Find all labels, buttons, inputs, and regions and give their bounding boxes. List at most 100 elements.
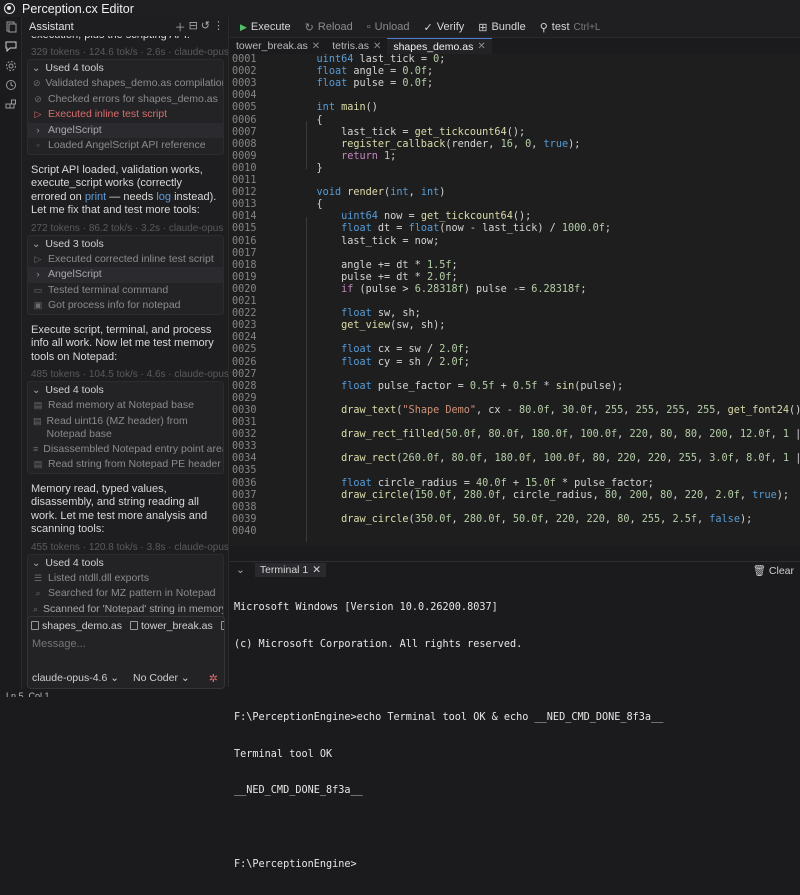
code-editor[interactable]: 0001 0002 0003 0004 0005 0006 0007 0008 0009 0010…: [230, 54, 800, 546]
line-number: 0004: [232, 90, 257, 102]
tool-group-toggle[interactable]: Used 4 tools: [28, 382, 223, 398]
chat-icon[interactable]: [0, 37, 22, 57]
tool-call-error[interactable]: ▷ Executed inline test script: [28, 107, 223, 123]
history-icon[interactable]: ↺: [201, 19, 210, 35]
gear-icon[interactable]: [0, 56, 22, 76]
tool-group-toggle[interactable]: Used 4 tools: [28, 60, 223, 76]
check-icon: ⊘: [34, 93, 42, 104]
code-line: register_callback(render, 16, 0, true);: [341, 138, 581, 150]
terminal-line: Microsoft Windows [Version 10.0.26200.80…: [234, 602, 498, 614]
context-file-chip[interactable]: tower_break.as: [129, 620, 213, 632]
tool-group-toggle[interactable]: Used 4 tools: [28, 555, 223, 571]
line-number: 0015: [232, 223, 257, 235]
line-number: 0005: [232, 102, 257, 114]
tool-group[interactable]: Used 3 tools ▷Executed corrected inline …: [27, 234, 224, 315]
tab-tetris[interactable]: tetris.as ✕: [326, 38, 387, 54]
extensions-icon[interactable]: [0, 95, 22, 115]
context-file-chip[interactable]: shapes_demo.as: [31, 620, 122, 632]
tool-call[interactable]: ⌕ Searched for MZ pattern in Notepad: [28, 586, 223, 602]
title-bar: Perception.cx Editor: [0, 0, 800, 17]
tool-group-toggle[interactable]: Used 3 tools: [28, 236, 223, 252]
bug-icon[interactable]: ✲: [209, 672, 218, 685]
message-input[interactable]: [28, 634, 224, 654]
close-icon[interactable]: ✕: [373, 41, 381, 52]
line-number: 0008: [232, 138, 257, 150]
tab-shapes-demo[interactable]: shapes_demo.as ✕: [387, 38, 492, 54]
tool-group[interactable]: Used 4 tools ▤Read memory at Notepad bas…: [27, 381, 224, 474]
line-number: 0033: [232, 441, 257, 453]
tool-call[interactable]: ▤ Read memory at Notepad base: [28, 398, 223, 414]
tool-detail[interactable]: › AngelScript: [28, 267, 223, 283]
play-icon: ▶: [240, 21, 247, 32]
tool-call[interactable]: ▭ Tested terminal command: [28, 283, 223, 299]
tab-terminal-1[interactable]: Terminal 1 ✕: [254, 563, 327, 577]
tool-call[interactable]: ▣ Got process info for notepad: [28, 298, 223, 314]
code-line: pulse += dt * 2.0f;: [292, 271, 458, 283]
tool-group[interactable]: Used 4 tools ⊘Validated shapes_demo.as c…: [27, 59, 224, 155]
tool-call-running[interactable]: ⌕ Scanned for 'Notepad' string in memory: [28, 602, 223, 618]
line-number: 0024: [232, 332, 257, 344]
terminal-output[interactable]: Microsoft Windows [Version 10.0.26200.80…: [230, 578, 800, 895]
doc-icon: ▫: [36, 140, 40, 150]
execute-button[interactable]: ▶ Execute: [240, 21, 291, 33]
tool-detail[interactable]: › AngelScript: [28, 122, 223, 138]
tool-call[interactable]: ▤ Read uint16 (MZ header) from Notepad ba…: [28, 414, 223, 442]
mode-select[interactable]: No Coder ⌄: [133, 672, 209, 684]
line-number: 0039: [232, 513, 257, 525]
new-chat-icon[interactable]: ＋: [175, 19, 186, 35]
tool-call[interactable]: ▫ Loaded AngelScript API reference: [28, 138, 223, 154]
context-files: shapes_demo.as tower_break.as te: [28, 617, 224, 634]
tool-call[interactable]: ≡ Disassembled Notepad entry point area: [28, 442, 223, 458]
reload-button[interactable]: ↻ Reload: [305, 21, 353, 34]
tool-call[interactable]: ⊘ Checked errors for shapes_demo.as: [28, 92, 223, 108]
line-number: 0013: [232, 199, 257, 211]
tool-call[interactable]: ☰ Listed ntdll.dll exports: [28, 571, 223, 587]
clear-button[interactable]: 🗑︎ Clear: [753, 564, 800, 577]
tab-tower-break[interactable]: tower_break.as ✕: [230, 38, 326, 54]
close-icon[interactable]: ✕: [312, 564, 321, 576]
test-button[interactable]: ⚲ test Ctrl+L: [540, 21, 601, 34]
file-icon: [129, 621, 138, 630]
file-icon: [220, 621, 224, 630]
cursor-position[interactable]: Ln 5, Col 1: [6, 689, 50, 697]
line-number: 0037: [232, 489, 257, 501]
editor-tabs: tower_break.as ✕ tetris.as ✕ shapes_demo.a…: [230, 38, 800, 54]
split-icon[interactable]: ⊟: [189, 19, 198, 35]
terminal-line: F:\PerceptionEngine>echo Terminal tool O…: [234, 712, 664, 724]
bundle-button[interactable]: ⊞ Bundle: [478, 21, 525, 34]
more-icon[interactable]: ⋮: [213, 19, 224, 35]
line-number: 0019: [232, 271, 257, 283]
window-title: Perception.cx Editor: [22, 1, 134, 16]
play-icon: ▷: [34, 109, 42, 119]
tool-call[interactable]: ▷ Executed corrected inline test script: [28, 252, 223, 268]
line-number: 0038: [232, 501, 257, 513]
chevron-right-icon: ›: [36, 124, 40, 135]
files-icon[interactable]: [0, 17, 22, 37]
line-number: 0003: [232, 78, 257, 90]
verify-button[interactable]: ✓ Verify: [424, 21, 465, 34]
chevron-down-icon: ⌄: [180, 672, 190, 684]
code-line: float circle_radius = 40.0f + 15.0f * pu…: [341, 477, 654, 489]
context-file-chip[interactable]: te: [220, 620, 224, 632]
search-icon: ⌕: [35, 588, 41, 598]
line-number: 0025: [232, 344, 257, 356]
close-icon[interactable]: ✕: [477, 41, 485, 52]
unload-button[interactable]: ▫ Unload: [367, 21, 410, 33]
code-line: float sw, sh;: [341, 308, 421, 320]
chevron-right-icon: ›: [36, 269, 40, 279]
chevron-down-icon[interactable]: ⌄: [236, 564, 245, 576]
terminal-line: __NED_CMD_DONE_8f3a__: [234, 785, 363, 797]
line-number: 0040: [232, 525, 257, 537]
line-number: 0032: [232, 429, 257, 441]
check-icon: ✓: [423, 21, 433, 34]
history-icon[interactable]: [0, 76, 22, 96]
close-icon[interactable]: ✕: [312, 41, 320, 52]
message-meta: 329 tokens · 124.6 tok/s · 2.6s · claude…: [31, 47, 229, 58]
terminal-line: Terminal tool OK: [234, 748, 333, 760]
tool-call[interactable]: ⊘ Validated shapes_demo.as compilation: [28, 76, 223, 92]
model-select[interactable]: claude-opus-4.6 ⌄: [32, 672, 119, 684]
line-number: 0023: [232, 320, 257, 332]
tool-call[interactable]: ▤ Read string from Notepad PE header: [28, 457, 223, 473]
line-number: 0016: [232, 235, 257, 247]
code-line: int main(): [316, 102, 378, 114]
